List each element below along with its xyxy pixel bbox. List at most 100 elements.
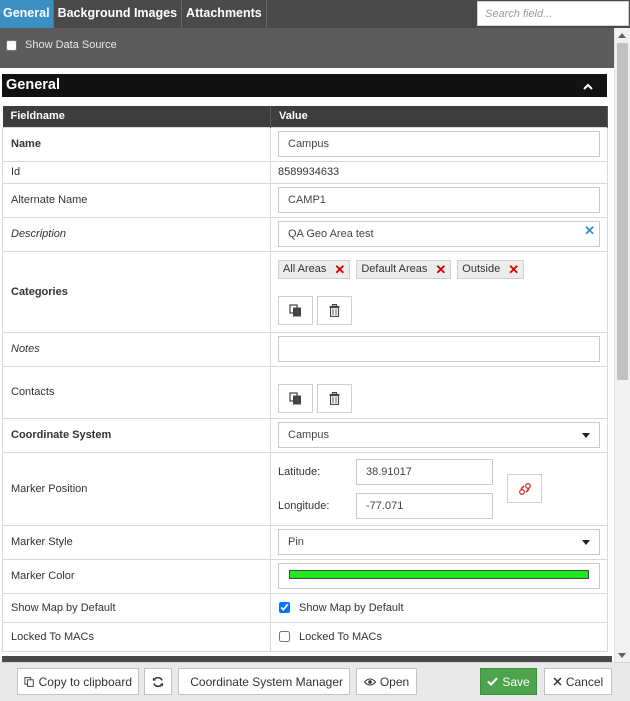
scroll-up-arrow-icon[interactable]: [618, 33, 626, 38]
paste-categories-button[interactable]: [278, 295, 313, 325]
name-input[interactable]: Campus: [278, 131, 600, 157]
search-field-input[interactable]: [477, 1, 629, 26]
caret-down-icon: [582, 433, 590, 438]
tab-attachments[interactable]: Attachments: [182, 0, 267, 28]
alternate-name-input[interactable]: CAMP1: [278, 187, 600, 213]
latitude-label: Latitude:: [278, 465, 321, 478]
search-wrap: [477, 1, 629, 26]
properties-table: Fieldname Value Name Campus Id 858993463…: [2, 106, 608, 652]
remove-chip-icon[interactable]: ✕: [435, 263, 446, 276]
remove-chip-icon[interactable]: ✕: [334, 263, 345, 276]
data-source-bar: Show Data Source: [0, 28, 614, 68]
copy-icon: [24, 676, 34, 687]
map-pin-unlink-icon: [518, 482, 531, 495]
copy-to-clipboard-button[interactable]: Copy to clipboard: [17, 668, 139, 695]
category-chip: Outside ✕: [457, 259, 525, 279]
section-header-general[interactable]: General: [2, 74, 607, 97]
category-chip: Default Areas ✕: [356, 259, 452, 279]
id-value: 8589934633: [270, 160, 608, 184]
scrollbar-thumb[interactable]: [617, 43, 628, 380]
marker-position-fields: Latitude: 38.91017 Longitude: -77.071: [278, 453, 600, 525]
category-chip: All Areas ✕: [278, 259, 351, 279]
locked-to-macs-checkbox[interactable]: [279, 631, 290, 642]
longitude-input[interactable]: -77.071: [356, 492, 493, 519]
close-icon: [553, 677, 562, 686]
show-map-checkbox-label: Show Map by Default: [299, 601, 404, 614]
marker-color-picker[interactable]: [278, 563, 600, 589]
trash-icon: [329, 303, 340, 317]
table-row-coordinate-system: Coordinate System Campus: [2, 417, 608, 453]
refresh-icon: [152, 676, 164, 687]
table-row-marker-position: Marker Position Latitude: 38.91017 Longi…: [2, 451, 608, 526]
scroll-down-arrow-icon[interactable]: [618, 653, 626, 658]
paste-icon: [289, 303, 301, 316]
trash-icon: [329, 391, 340, 405]
show-map-toggle[interactable]: Show Map by Default: [278, 602, 600, 614]
table-row-name: Name Campus: [2, 126, 608, 162]
show-data-source-toggle[interactable]: Show Data Source: [6, 39, 117, 51]
field-label-locked-to-macs: Locked To MACs: [2, 621, 271, 652]
coordinate-system-manager-button[interactable]: Coordinate System Manager: [178, 668, 350, 695]
chip-label: All Areas: [283, 263, 327, 275]
table-header-row: Fieldname Value: [2, 106, 608, 127]
tab-general[interactable]: General: [0, 0, 54, 28]
table-row-notes: Notes: [2, 331, 608, 367]
column-header-fieldname: Fieldname: [2, 106, 271, 127]
remove-chip-icon[interactable]: ✕: [508, 263, 519, 276]
field-label-marker-position: Marker Position: [2, 451, 271, 526]
column-header-value: Value: [270, 106, 608, 127]
clear-description-icon[interactable]: ✕: [584, 222, 595, 240]
copy-to-clipboard-label: Copy to clipboard: [38, 674, 132, 689]
table-row-alternate-name: Alternate Name CAMP1: [2, 182, 608, 218]
table-row-marker-color: Marker Color: [2, 558, 608, 594]
color-swatch: [289, 570, 589, 579]
open-label: Open: [379, 674, 410, 689]
cancel-button[interactable]: Cancel: [544, 668, 612, 695]
latitude-input[interactable]: 38.91017: [356, 458, 493, 485]
chip-label: Outside: [462, 263, 501, 275]
contacts-actions: [278, 383, 600, 413]
description-input[interactable]: QA Geo Area test ✕: [278, 221, 600, 247]
coordinate-system-manager-label: Coordinate System Manager: [190, 674, 343, 689]
marker-style-select[interactable]: Pin: [278, 529, 600, 555]
coordinate-system-select[interactable]: Campus: [278, 422, 600, 448]
show-data-source-checkbox[interactable]: [6, 39, 17, 51]
description-text: QA Geo Area test: [288, 228, 374, 240]
notes-input[interactable]: [278, 336, 600, 362]
save-label: Save: [502, 674, 530, 689]
chevron-up-icon[interactable]: [583, 83, 593, 90]
table-row-description: Description QA Geo Area test ✕: [2, 216, 608, 252]
field-label-marker-color: Marker Color: [2, 558, 271, 594]
show-data-source-label: Show Data Source: [25, 39, 117, 51]
properties-panel: General Fieldname Value Name Campus Id 8…: [0, 68, 614, 662]
table-row-categories: Categories All Areas ✕ Default Areas ✕ O…: [2, 250, 608, 333]
footer-toolbar: Copy to clipboard Coordinate System Mana…: [0, 662, 630, 701]
check-icon: [487, 677, 499, 686]
table-row-id: Id 8589934633: [2, 160, 608, 184]
field-label-description: Description: [2, 216, 271, 252]
tab-bar: General Background Images Attachments: [0, 0, 630, 28]
chip-label: Default Areas: [361, 263, 428, 275]
delete-contacts-button[interactable]: [317, 383, 352, 413]
caret-down-icon: [582, 540, 590, 545]
tab-background-images[interactable]: Background Images: [54, 0, 183, 28]
locked-to-macs-checkbox-label: Locked To MACs: [299, 630, 382, 643]
delete-categories-button[interactable]: [317, 295, 352, 325]
table-row-marker-style: Marker Style Pin: [2, 524, 608, 560]
field-label-show-map: Show Map by Default: [2, 592, 271, 623]
eye-icon: [363, 677, 376, 686]
save-button[interactable]: Save: [480, 668, 537, 695]
refresh-button[interactable]: [144, 668, 172, 695]
location-arrow-icon: [185, 680, 187, 683]
pick-position-button[interactable]: [507, 474, 542, 503]
locked-to-macs-toggle[interactable]: Locked To MACs: [278, 631, 600, 643]
paste-contacts-button[interactable]: [278, 383, 313, 413]
show-map-checkbox[interactable]: [279, 602, 290, 613]
field-label-contacts: Contacts: [2, 365, 271, 419]
field-label-marker-style: Marker Style: [2, 524, 271, 560]
field-label-notes: Notes: [2, 331, 271, 367]
vertical-scrollbar[interactable]: [614, 28, 630, 662]
field-label-alternate-name: Alternate Name: [2, 182, 271, 218]
categories-actions: [278, 295, 600, 325]
open-button[interactable]: Open: [356, 668, 417, 695]
